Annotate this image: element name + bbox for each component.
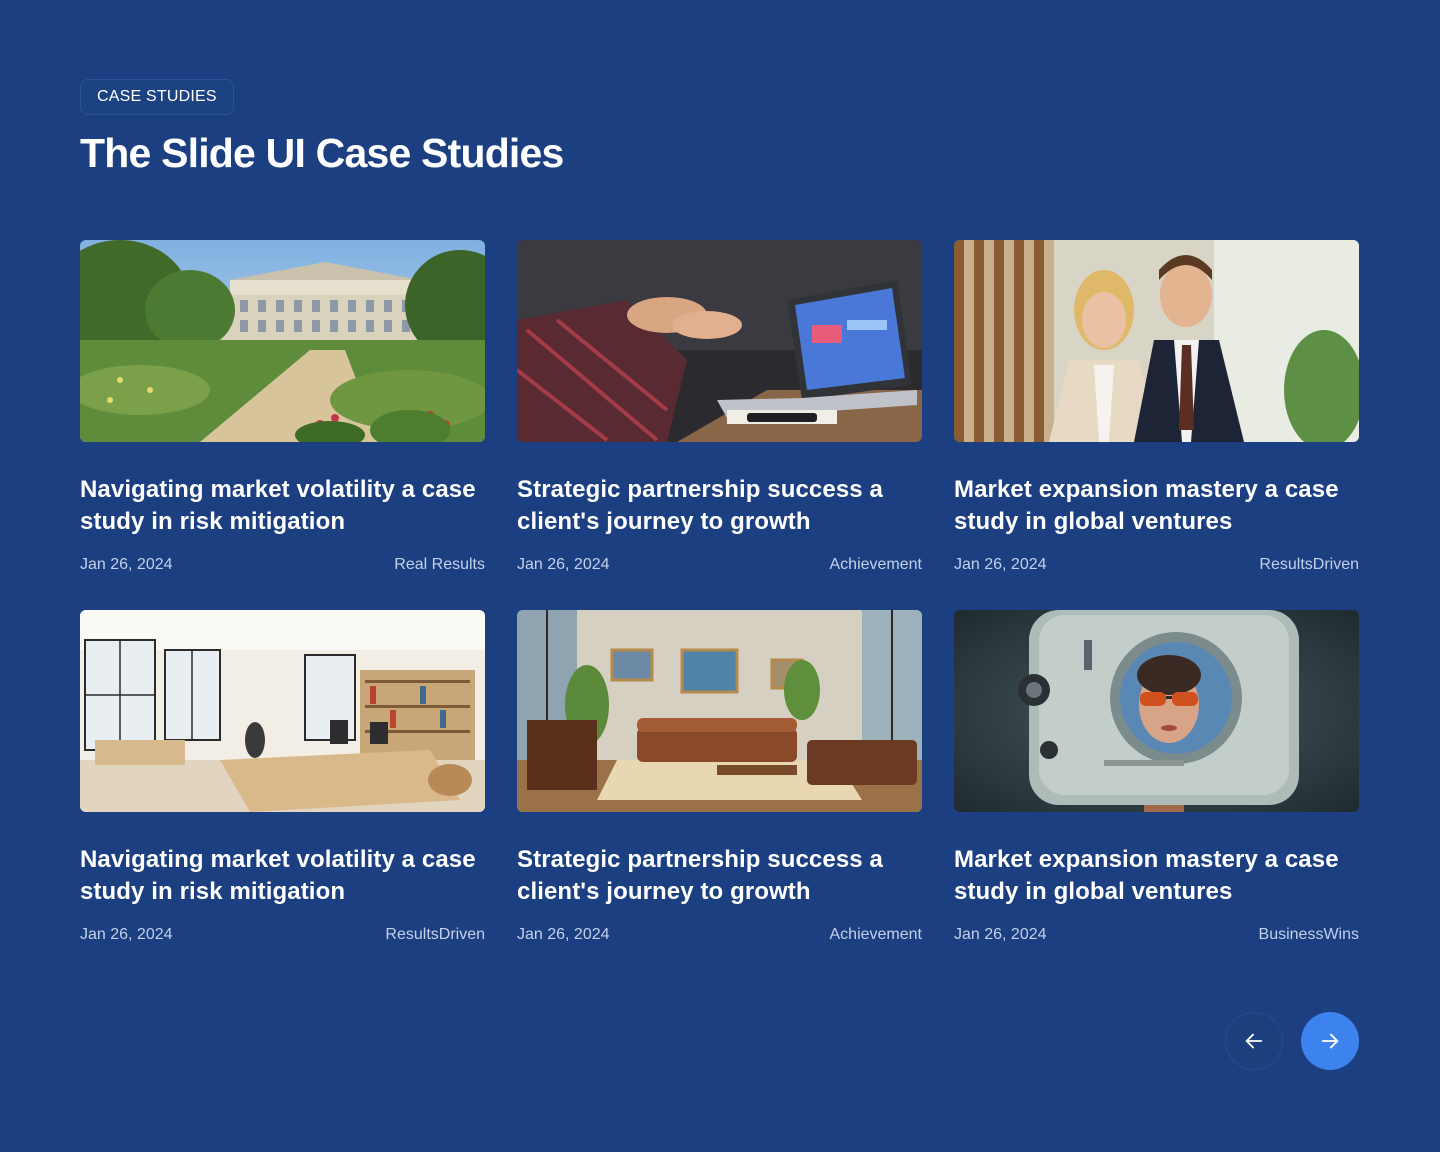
card-title[interactable]: Navigating market volatility a case stud… xyxy=(80,474,485,538)
card-meta: Jan 26, 2024 ResultsDriven xyxy=(80,926,485,944)
card-meta: Jan 26, 2024 Achievement xyxy=(517,556,922,574)
card-title[interactable]: Market expansion mastery a case study in… xyxy=(954,474,1359,538)
card-tag[interactable]: Real Results xyxy=(394,556,485,574)
card-title[interactable]: Strategic partnership success a client's… xyxy=(517,844,922,908)
card-tag[interactable]: BusinessWins xyxy=(1259,926,1359,944)
card-meta: Jan 26, 2024 Achievement xyxy=(517,926,922,944)
card-tag[interactable]: Achievement xyxy=(830,556,923,574)
card-date: Jan 26, 2024 xyxy=(517,926,610,943)
case-study-card[interactable]: Market expansion mastery a case study in… xyxy=(954,610,1359,944)
section-badge: CASE STUDIES xyxy=(80,79,234,115)
meeting-laptop-image[interactable] xyxy=(517,240,922,442)
bright-office-image[interactable] xyxy=(80,610,485,812)
case-study-card[interactable]: Strategic partnership success a client's… xyxy=(517,240,922,574)
page-title: The Slide UI Case Studies xyxy=(80,130,564,176)
card-tag[interactable]: ResultsDriven xyxy=(1259,556,1359,574)
card-title[interactable]: Market expansion mastery a case study in… xyxy=(954,844,1359,908)
card-date: Jan 26, 2024 xyxy=(80,926,173,943)
case-study-grid: Navigating market volatility a case stud… xyxy=(80,240,1359,944)
card-title[interactable]: Navigating market volatility a case stud… xyxy=(80,844,485,908)
case-study-card[interactable]: Strategic partnership success a client's… xyxy=(517,610,922,944)
card-date: Jan 26, 2024 xyxy=(80,556,173,573)
case-study-card[interactable]: Navigating market volatility a case stud… xyxy=(80,610,485,944)
arrow-right-icon xyxy=(1321,1033,1339,1049)
card-tag[interactable]: Achievement xyxy=(830,926,923,944)
card-meta: Jan 26, 2024 Real Results xyxy=(80,556,485,574)
arrow-left-icon xyxy=(1245,1033,1263,1049)
case-study-card[interactable]: Market expansion mastery a case study in… xyxy=(954,240,1359,574)
lounge-interior-image[interactable] xyxy=(517,610,922,812)
previous-button[interactable] xyxy=(1225,1012,1283,1070)
card-date: Jan 26, 2024 xyxy=(517,556,610,573)
slider-nav xyxy=(1225,1012,1359,1070)
garden-mansion-image[interactable] xyxy=(80,240,485,442)
card-title[interactable]: Strategic partnership success a client's… xyxy=(517,474,922,538)
retro-robot-image[interactable] xyxy=(954,610,1359,812)
card-meta: Jan 26, 2024 BusinessWins xyxy=(954,926,1359,944)
case-study-card[interactable]: Navigating market volatility a case stud… xyxy=(80,240,485,574)
section-badge-label: CASE STUDIES xyxy=(97,88,217,105)
card-date: Jan 26, 2024 xyxy=(954,926,1047,943)
card-tag[interactable]: ResultsDriven xyxy=(385,926,485,944)
card-date: Jan 26, 2024 xyxy=(954,556,1047,573)
next-button[interactable] xyxy=(1301,1012,1359,1070)
card-meta: Jan 26, 2024 ResultsDriven xyxy=(954,556,1359,574)
business-people-image[interactable] xyxy=(954,240,1359,442)
